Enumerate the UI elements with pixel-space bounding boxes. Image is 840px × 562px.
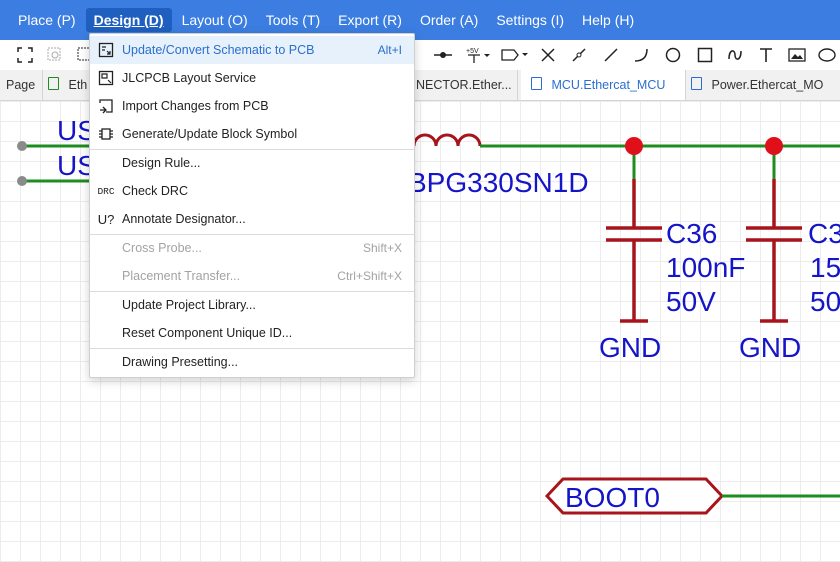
pin-endpoint[interactable] <box>17 176 27 186</box>
junction-icon[interactable] <box>432 44 454 66</box>
menu-item-label: Cross Probe... <box>122 241 202 255</box>
junction-dot[interactable] <box>765 137 783 155</box>
capacitor-c3-symbol[interactable] <box>746 179 802 323</box>
menu-item-label: Design Rule... <box>122 156 201 170</box>
menu-item-design-rule[interactable]: Design Rule... <box>90 149 414 177</box>
ellipse-icon[interactable] <box>816 44 838 66</box>
layout-service-icon <box>96 68 116 88</box>
bezier-icon[interactable] <box>724 44 746 66</box>
menu-item-shortcut: Shift+X <box>362 241 402 255</box>
menu-export[interactable]: Export (R) <box>330 8 410 32</box>
menu-item-label: Check DRC <box>122 184 188 198</box>
tab-page[interactable]: Page <box>0 70 43 100</box>
text-icon[interactable] <box>755 44 777 66</box>
menu-item-drawing-presetting[interactable]: Drawing Presetting... <box>90 348 414 376</box>
menu-item-label: Generate/Update Block Symbol <box>122 127 298 141</box>
menu-item-label: JLCPCB Layout Service <box>122 71 257 85</box>
port-label[interactable]: BOOT0 <box>565 482 660 513</box>
capacitor-value[interactable]: 15 <box>810 252 840 283</box>
fit-view-icon[interactable] <box>14 44 36 66</box>
capacitor-voltage[interactable]: 50V <box>666 286 716 317</box>
capacitor-value[interactable]: 100nF <box>666 252 745 283</box>
menu-tools[interactable]: Tools (T) <box>258 8 328 32</box>
net-label-icon[interactable] <box>500 44 530 66</box>
pin-endpoint[interactable] <box>17 141 27 151</box>
inductor-part-label[interactable]: BPG330SN1D <box>408 167 589 198</box>
tab-power-ethercat[interactable]: Power.Ethercat_MO <box>681 70 840 100</box>
schematic-doc-icon <box>48 77 59 90</box>
capacitor-designator[interactable]: C3 <box>808 218 840 249</box>
menu-layout[interactable]: Layout (O) <box>174 8 256 32</box>
tab-label: Eth <box>68 78 88 92</box>
menu-item-shortcut: Alt+I <box>377 43 402 57</box>
image-icon[interactable] <box>786 44 808 66</box>
bus-icon[interactable] <box>568 44 590 66</box>
line-icon[interactable] <box>600 44 622 66</box>
tab-label: NNECTOR.Ether... <box>407 78 512 92</box>
menu-item-label: Placement Transfer... <box>122 269 241 283</box>
capacitor-c36-symbol[interactable] <box>606 179 662 323</box>
circle-icon[interactable] <box>662 44 684 66</box>
ground-label[interactable]: GND <box>599 332 661 363</box>
menu-item-update-project-library[interactable]: Update Project Library... <box>90 291 414 319</box>
tab-connector[interactable]: NNECTOR.Ether... <box>405 70 518 100</box>
design-menu-dropdown: Update/Convert Schematic to PCB Alt+I JL… <box>89 33 415 378</box>
menu-design[interactable]: Design (D) <box>85 8 172 32</box>
block-symbol-icon <box>96 124 116 144</box>
power-port-icon[interactable]: +5V <box>462 44 492 66</box>
schematic-doc-icon <box>531 77 542 90</box>
menu-item-jlcpcb-layout-service[interactable]: JLCPCB Layout Service <box>90 64 414 92</box>
schematic-doc-icon <box>691 77 702 90</box>
ground-label[interactable]: GND <box>739 332 801 363</box>
menu-item-label: Annotate Designator... <box>122 212 246 226</box>
power-port-label: +5V <box>466 48 479 55</box>
menu-item-annotate-designator[interactable]: U? Annotate Designator... <box>90 205 414 233</box>
tab-label: MCU.Ethercat_MCU <box>551 78 666 92</box>
menu-settings[interactable]: Settings (I) <box>488 8 572 32</box>
tab-label: Page <box>6 78 36 92</box>
menu-item-label: Drawing Presetting... <box>122 355 239 369</box>
inductor-symbol[interactable] <box>412 133 482 147</box>
junction-dot[interactable] <box>625 137 643 155</box>
menu-item-label: Update/Convert Schematic to PCB <box>122 43 315 57</box>
menu-help[interactable]: Help (H) <box>574 8 642 32</box>
menu-item-cross-probe: Cross Probe... Shift+X <box>90 234 414 262</box>
pcb-convert-icon <box>96 40 116 60</box>
menu-item-label: Reset Component Unique ID... <box>122 326 293 340</box>
menu-item-label: Update Project Library... <box>122 298 256 312</box>
menu-item-label: Import Changes from PCB <box>122 99 269 113</box>
menu-order[interactable]: Order (A) <box>412 8 486 32</box>
menu-item-generate-update-block-symbol[interactable]: Generate/Update Block Symbol <box>90 120 414 148</box>
menu-item-placement-transfer: Placement Transfer... Ctrl+Shift+X <box>90 262 414 290</box>
rectangle-icon[interactable] <box>694 44 716 66</box>
menu-item-shortcut: Ctrl+Shift+X <box>337 269 402 283</box>
drc-icon: DRC <box>97 185 115 197</box>
arc-icon[interactable] <box>630 44 652 66</box>
capacitor-voltage[interactable]: 50 <box>810 286 840 317</box>
annotate-icon: U? <box>97 211 115 227</box>
no-connect-icon[interactable] <box>537 44 559 66</box>
menu-item-reset-component-unique-id[interactable]: Reset Component Unique ID... <box>90 319 414 347</box>
zoom-area-icon[interactable] <box>44 44 66 66</box>
import-icon <box>96 96 116 116</box>
menu-item-check-drc[interactable]: DRC Check DRC <box>90 177 414 205</box>
capacitor-designator[interactable]: C36 <box>666 218 717 249</box>
menu-place[interactable]: Place (P) <box>10 8 84 32</box>
menu-item-update-convert-schematic-to-pcb[interactable]: Update/Convert Schematic to PCB Alt+I <box>90 36 414 64</box>
menu-item-import-changes-from-pcb[interactable]: Import Changes from PCB <box>90 92 414 120</box>
tab-label: Power.Ethercat_MO <box>711 78 824 92</box>
tab-mcu-ethercat[interactable]: MCU.Ethercat_MCU <box>521 70 686 100</box>
